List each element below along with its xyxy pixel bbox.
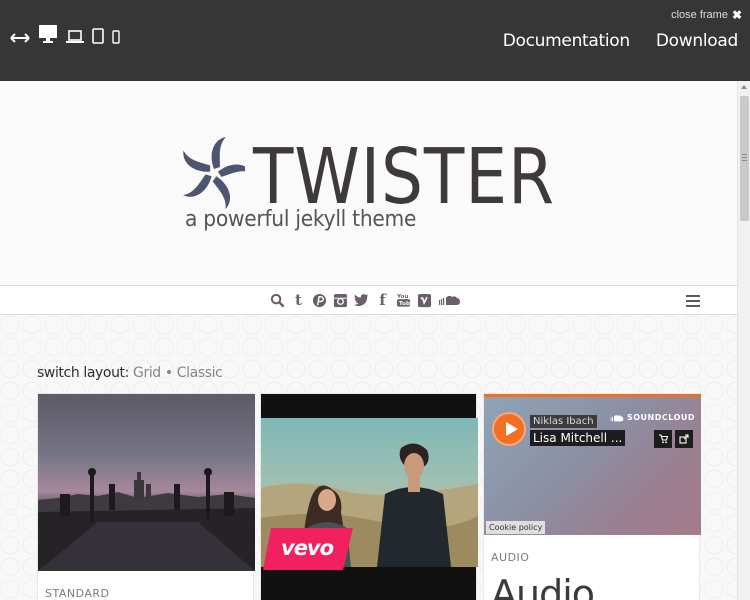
- post-card-video[interactable]: vevo: [260, 393, 478, 600]
- play-button[interactable]: [492, 412, 526, 446]
- site-header: TWISTER a powerful jekyll theme: [0, 81, 737, 285]
- charles-bridge-photo[interactable]: [38, 394, 255, 571]
- desktop-icon[interactable]: [38, 24, 58, 44]
- site-logo[interactable]: TWISTER a powerful jekyll theme: [183, 131, 563, 232]
- device-switcher: [10, 24, 120, 44]
- site-tagline: a powerful jekyll theme: [185, 207, 417, 232]
- layout-switcher: switch layout: Grid • Classic: [37, 365, 223, 381]
- post-grid-area: switch layout: Grid • Classic STANDARD v…: [0, 315, 737, 600]
- documentation-link[interactable]: Documentation: [503, 31, 630, 51]
- resize-icon[interactable]: [10, 32, 30, 44]
- site-navbar: t f YouTube: [0, 285, 737, 315]
- tablet-icon[interactable]: [92, 28, 104, 44]
- facebook-icon[interactable]: f: [375, 291, 390, 309]
- close-icon: ✖: [731, 8, 742, 22]
- cookie-policy-link[interactable]: Cookie policy: [486, 521, 546, 534]
- twitter-icon[interactable]: [354, 293, 369, 307]
- soundcloud-logo-icon: [610, 414, 624, 421]
- logo-wordmark: TWISTER: [253, 133, 555, 222]
- soundcloud-icon[interactable]: [438, 294, 460, 306]
- soundcloud-player: Niklas Ibach Lisa Mitchell ... SOUNDCLOU…: [484, 394, 701, 535]
- post-category: STANDARD: [45, 587, 110, 600]
- share-icon[interactable]: [675, 430, 693, 448]
- cart-icon[interactable]: [654, 430, 672, 448]
- grid-layout-link[interactable]: Grid: [133, 365, 161, 381]
- svg-text:Tube: Tube: [399, 301, 411, 307]
- artist-name[interactable]: Niklas Ibach: [530, 415, 597, 428]
- close-frame-label: close frame: [671, 9, 728, 21]
- instagram-icon[interactable]: [333, 293, 348, 308]
- vimeo-icon[interactable]: [417, 293, 432, 308]
- classic-layout-link[interactable]: Classic: [177, 365, 223, 381]
- download-link[interactable]: Download: [656, 31, 738, 51]
- phone-icon[interactable]: [112, 30, 120, 44]
- post-title[interactable]: Audio: [491, 572, 595, 600]
- tumblr-icon[interactable]: t: [291, 291, 306, 309]
- twister-logo-icon: [183, 137, 245, 210]
- player-actions: [654, 430, 693, 448]
- pinterest-icon[interactable]: [312, 293, 327, 308]
- post-category: AUDIO: [491, 551, 530, 564]
- search-icon[interactable]: [270, 293, 285, 308]
- frame-toolbar: close frame ✖ Documentation Download: [0, 0, 750, 81]
- track-title[interactable]: Lisa Mitchell ...: [530, 430, 626, 446]
- scroll-up-arrow-icon[interactable]: [741, 85, 747, 89]
- bridge-silhouette: [38, 468, 255, 571]
- switch-layout-label: switch layout:: [37, 365, 129, 381]
- youtube-icon[interactable]: YouTube: [396, 292, 411, 308]
- laptop-icon[interactable]: [66, 30, 84, 44]
- close-frame-button[interactable]: close frame ✖: [671, 8, 742, 22]
- site-preview: TWISTER a powerful jekyll theme t f You T…: [0, 81, 737, 600]
- vevo-logo-text: vevo: [281, 536, 334, 560]
- layout-separator: •: [164, 365, 173, 381]
- scrollbar-thumb[interactable]: [740, 96, 749, 221]
- post-card-standard[interactable]: STANDARD: [37, 393, 255, 600]
- menu-icon[interactable]: [686, 295, 700, 307]
- post-card-audio[interactable]: Niklas Ibach Lisa Mitchell ... SOUNDCLOU…: [483, 393, 701, 600]
- vertical-scrollbar[interactable]: [737, 81, 750, 600]
- social-icons: t f YouTube: [270, 291, 460, 309]
- soundcloud-brand-label: SOUNDCLOUD: [626, 413, 695, 422]
- top-nav: Documentation Download: [503, 31, 739, 51]
- soundcloud-brand[interactable]: SOUNDCLOUD: [608, 413, 695, 422]
